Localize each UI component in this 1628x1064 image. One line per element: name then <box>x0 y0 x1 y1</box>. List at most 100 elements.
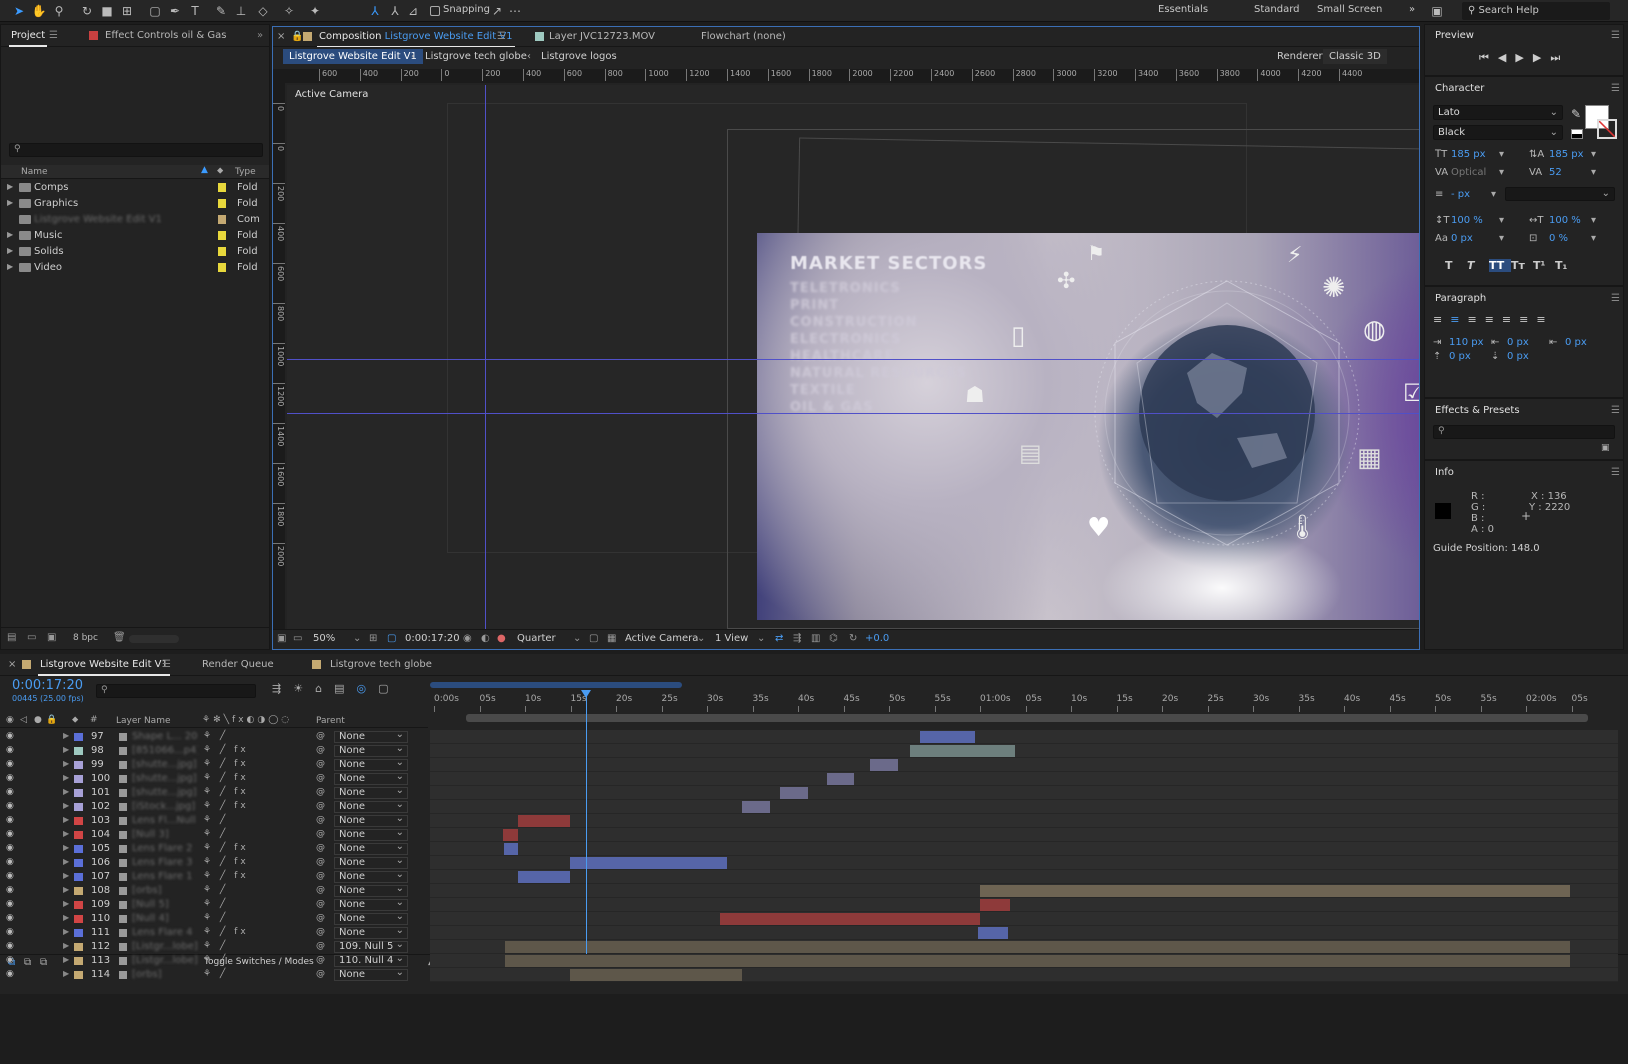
layer-duration-bar[interactable] <box>518 815 570 827</box>
composition-canvas[interactable]: Active Camera MARKET SECTORS ⚡ ✺ ◍ ☑ ▦ 🌡… <box>287 85 1419 631</box>
layer-track[interactable] <box>430 814 1618 828</box>
leading-value[interactable]: 185 px <box>1549 149 1584 160</box>
layer-label-swatch[interactable] <box>74 747 83 755</box>
parent-select[interactable]: None <box>334 898 408 911</box>
timeline-menu-icon[interactable]: ☰ <box>162 659 171 670</box>
chevron-down-icon[interactable]: ▾ <box>1591 215 1596 226</box>
playhead-handle[interactable] <box>581 690 591 698</box>
expand-arrow-icon[interactable]: ▶ <box>7 262 13 271</box>
play-icon[interactable]: ▶ <box>1515 51 1532 64</box>
layer-track[interactable] <box>430 800 1618 814</box>
layer-switches[interactable]: ⚘ ╱ <box>203 969 228 979</box>
expand-arrow-icon[interactable]: ▶ <box>63 773 69 782</box>
layer-switches[interactable]: ⚘ ╱ fx <box>203 843 249 853</box>
layer-name[interactable]: [iStock...jpg] <box>132 801 198 812</box>
region-of-interest-icon[interactable]: ▢ <box>589 633 598 644</box>
label-icon[interactable]: ⬥ <box>72 715 78 725</box>
layer-switches[interactable]: ⚘ ╱ fx <box>203 773 249 783</box>
space-before-value[interactable]: 0 px <box>1449 351 1471 362</box>
roto-brush-tool-icon[interactable]: ✧ <box>280 2 298 20</box>
layer-name[interactable]: [orbs] <box>132 969 198 980</box>
draft-3d-icon[interactable]: ☀ <box>293 682 315 695</box>
indent-left-value[interactable]: 110 px <box>1449 337 1484 348</box>
pick-whip-icon[interactable]: @ <box>316 955 325 965</box>
pick-whip-icon[interactable]: @ <box>316 843 325 853</box>
pick-whip-icon[interactable]: @ <box>316 871 325 881</box>
faux-bold-button[interactable]: T <box>1445 259 1467 272</box>
tab-render-queue[interactable]: Render Queue <box>202 659 274 670</box>
hand-tool-icon[interactable]: ✋ <box>30 2 48 20</box>
breadcrumb-item-0[interactable]: Listgrove Website Edit V1 <box>283 49 423 64</box>
layer-row[interactable]: ◉ ▶ 103 Lens Fl...Null ⚘ ╱ @ None <box>0 814 428 828</box>
layer-row[interactable]: ◉ ▶ 110 [Null 4] ⚘ ╱ @ None <box>0 912 428 926</box>
space-after-value[interactable]: 0 px <box>1507 351 1529 362</box>
pick-whip-icon[interactable]: @ <box>316 899 325 909</box>
parent-select[interactable]: None <box>334 828 408 841</box>
layer-label-swatch[interactable] <box>74 789 83 797</box>
project-item-5[interactable]: ▶ Video Fold <box>1 260 263 276</box>
layer-switches[interactable]: ⚘ ╱ <box>203 731 228 741</box>
parent-select[interactable]: None <box>334 842 408 855</box>
layer-name[interactable]: Lens Fl...Null <box>132 815 198 826</box>
panel-overflow-icon[interactable]: » <box>257 30 263 41</box>
layer-duration-bar[interactable] <box>920 731 975 743</box>
chevron-down-icon[interactable]: ⌄ <box>697 633 705 644</box>
world-axis-icon[interactable]: ⅄ <box>386 2 404 20</box>
layer-row[interactable]: ◉ ▶ 102 [iStock...jpg] ⚘ ╱ fx @ None <box>0 800 428 814</box>
layer-row[interactable]: ◉ ▶ 106 Lens Flare 3 ⚘ ╱ fx @ None <box>0 856 428 870</box>
snapping-checkbox[interactable] <box>430 6 440 16</box>
layer-switches[interactable]: ⚘ ╱ fx <box>203 857 249 867</box>
layer-label-swatch[interactable] <box>74 971 83 979</box>
layer-track[interactable] <box>430 898 1618 912</box>
expand-arrow-icon[interactable]: ▶ <box>63 731 69 740</box>
breadcrumb-item-2[interactable]: Listgrove logos <box>541 51 617 62</box>
layer-switches[interactable]: ⚘ ╱ <box>203 899 228 909</box>
pick-whip-icon[interactable]: @ <box>316 787 325 797</box>
expand-arrow-icon[interactable]: ▶ <box>63 913 69 922</box>
brush-tool-icon[interactable]: ✎ <box>212 2 230 20</box>
eye-icon[interactable]: ◉ <box>6 969 14 979</box>
layer-name[interactable]: Lens Flare 3 <box>132 857 198 868</box>
flowchart-icon[interactable]: ⌬ <box>829 633 838 644</box>
layer-label-swatch[interactable] <box>74 929 83 937</box>
audio-icon[interactable]: ◁ <box>20 715 27 725</box>
indent-first-value[interactable]: 0 px <box>1507 337 1529 348</box>
exposure-value[interactable]: +0.0 <box>865 633 889 644</box>
new-comp-icon[interactable]: ▣ <box>47 632 56 643</box>
layer-label-swatch[interactable] <box>74 733 83 741</box>
pick-whip-icon[interactable]: @ <box>316 815 325 825</box>
align-right-icon[interactable]: ≡ <box>1467 313 1484 326</box>
tab-project[interactable]: Project <box>8 30 48 47</box>
project-menu-icon[interactable]: ☰ <box>49 30 58 41</box>
layer-duration-bar[interactable] <box>980 885 1570 897</box>
eye-icon[interactable]: ◉ <box>6 941 14 951</box>
layer-row[interactable]: ◉ ▶ 113 [Listgr...lobe] ⚘ ╱ @110. Null 4 <box>0 954 428 968</box>
project-item-4[interactable]: ▶ Solids Fold <box>1 244 263 260</box>
layer-track[interactable] <box>430 758 1618 772</box>
layer-name[interactable]: Lens Flare 1 <box>132 871 198 882</box>
faux-italic-button[interactable]: T <box>1467 259 1489 272</box>
layer-row[interactable]: ◉ ▶ 109 [Null 5] ⚘ ╱ @ None <box>0 898 428 912</box>
stroke-style-select[interactable]: ⌄ <box>1505 187 1615 201</box>
graph-editor-icon[interactable]: ▢ <box>378 682 400 695</box>
layer-duration-bar[interactable] <box>504 843 518 855</box>
next-frame-icon[interactable]: ▶ <box>1533 51 1550 64</box>
layer-row[interactable]: ◉ ▶ 97 Shape L... 20 ⚘ ╱ @ None <box>0 730 428 744</box>
chevron-down-icon[interactable]: ▾ <box>1591 149 1596 160</box>
parent-select[interactable]: None <box>334 772 408 785</box>
layer-duration-bar[interactable] <box>570 969 742 981</box>
expand-arrow-icon[interactable]: ▶ <box>63 927 69 936</box>
layer-name[interactable]: [shutte...jpg] <box>132 759 198 770</box>
eye-icon[interactable]: ◉ <box>6 857 14 867</box>
eye-icon[interactable]: ◉ <box>6 955 14 965</box>
eye-icon[interactable]: ◉ <box>6 773 14 783</box>
layer-row[interactable]: ◉ ▶ 101 [shutte...jpg] ⚘ ╱ fx @ None <box>0 786 428 800</box>
layer-label-swatch[interactable] <box>74 887 83 895</box>
parent-select[interactable]: None <box>334 926 408 939</box>
channel-icon[interactable]: ● <box>497 633 506 644</box>
tracking-value[interactable]: 52 <box>1549 167 1562 178</box>
tsume-value[interactable]: 0 % <box>1549 233 1568 244</box>
layer-track[interactable] <box>430 926 1618 940</box>
pick-whip-icon[interactable]: @ <box>316 829 325 839</box>
expand-arrow-icon[interactable]: ▶ <box>63 969 69 978</box>
